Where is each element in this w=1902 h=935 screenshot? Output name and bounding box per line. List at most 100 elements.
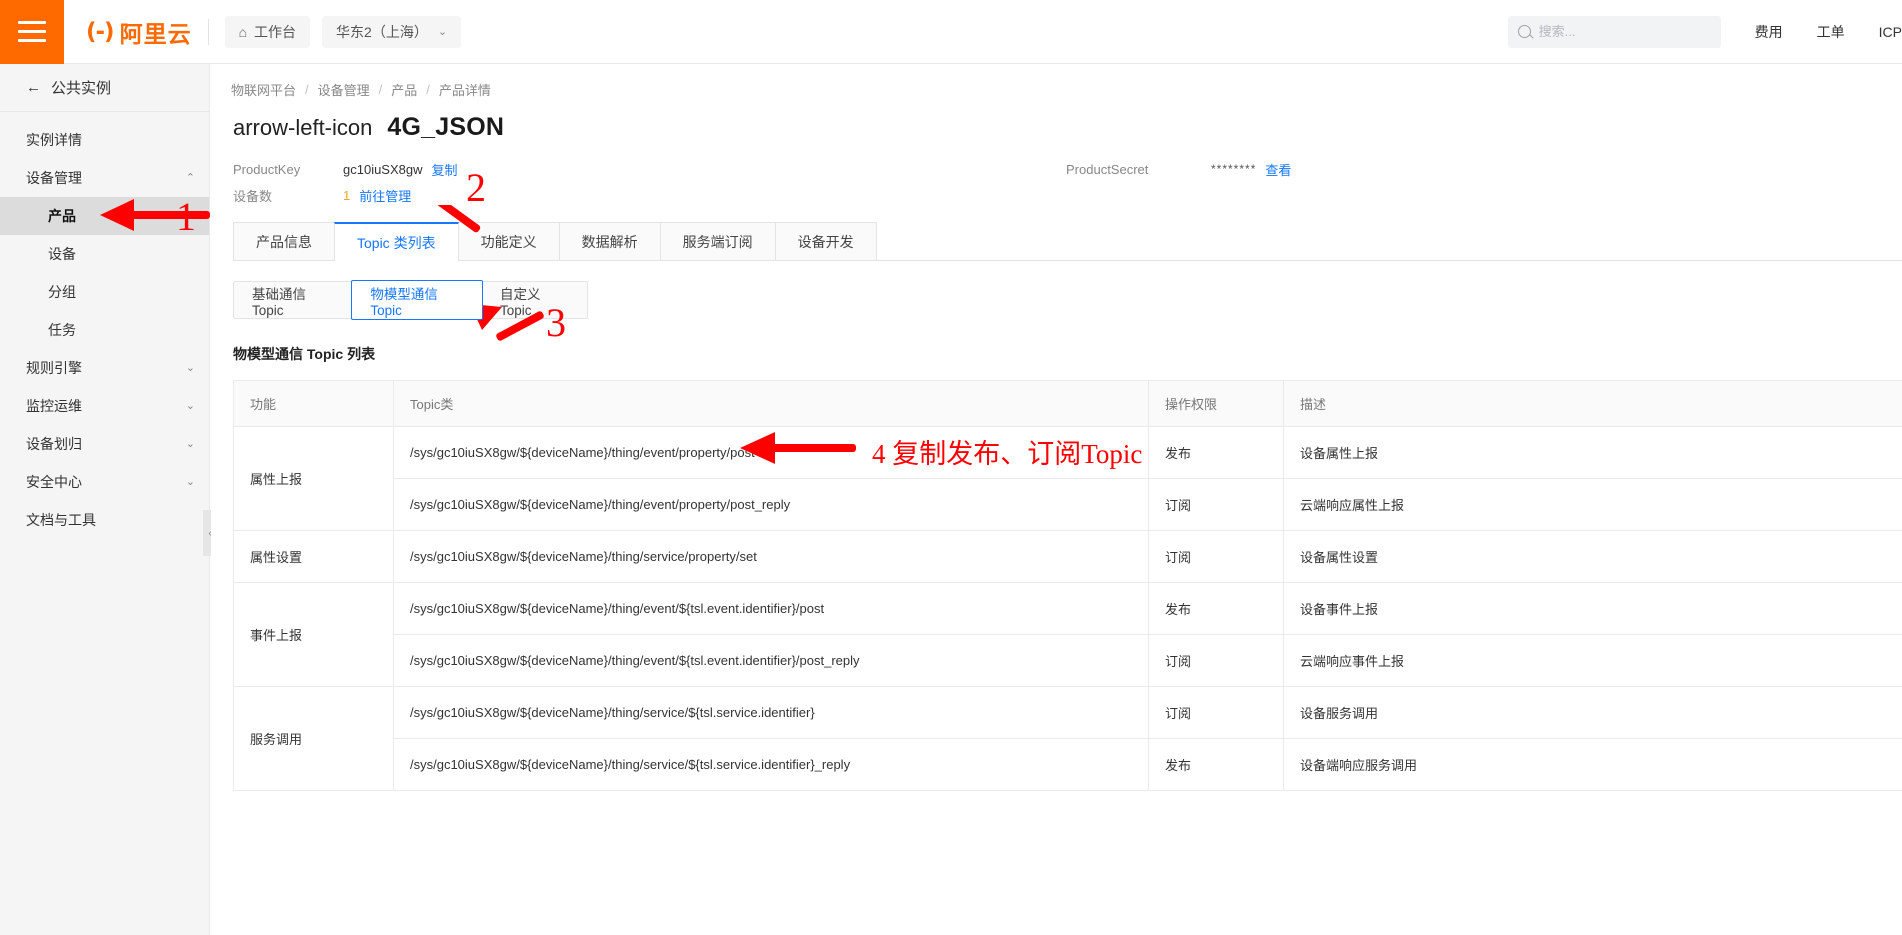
view-product-secret-button[interactable]: 查看 xyxy=(1265,160,1291,179)
section-title: 物模型通信 Topic 列表 xyxy=(233,344,1902,364)
page-title-row: arrow-left-icon 4G_JSON xyxy=(211,99,1902,142)
sidebar-item-docs-tools[interactable]: 文档与工具 xyxy=(0,501,209,539)
subtab-custom-topic[interactable]: 自定义 Topic xyxy=(482,282,587,318)
cell-function: 事件上报 xyxy=(234,583,394,687)
sidebar-item-device-transfer[interactable]: 设备划归 ⌄ xyxy=(0,425,209,463)
topic-table: 功能 Topic类 操作权限 描述 属性上报 /sys/gc10iuSX8gw/… xyxy=(233,380,1902,791)
table-row: 属性上报 /sys/gc10iuSX8gw/${deviceName}/thin… xyxy=(234,427,1902,479)
hamburger-icon[interactable] xyxy=(0,0,64,64)
sidebar-item-label: 产品 xyxy=(48,206,76,226)
cell-permission: 发布 xyxy=(1149,427,1284,479)
cell-permission: 发布 xyxy=(1149,583,1284,635)
tab-server-subscription[interactable]: 服务端订阅 xyxy=(660,222,776,260)
sidebar-item-label: 实例详情 xyxy=(26,130,82,150)
product-secret-label: ProductSecret xyxy=(1066,162,1211,177)
cell-topic[interactable]: /sys/gc10iuSX8gw/${deviceName}/thing/ser… xyxy=(394,531,1149,583)
table-row: /sys/gc10iuSX8gw/${deviceName}/thing/eve… xyxy=(234,479,1902,531)
column-header-permission: 操作权限 xyxy=(1149,381,1284,427)
sidebar-item-product[interactable]: 产品 xyxy=(0,197,209,235)
go-to-management-link[interactable]: 前往管理 xyxy=(359,186,411,205)
product-key-value: gc10iuSX8gw xyxy=(343,162,423,177)
top-link-icp[interactable]: ICP xyxy=(1879,24,1902,40)
sidebar-item-label: 设备划归 xyxy=(26,434,82,454)
sidebar-item-label: 设备 xyxy=(48,244,76,264)
cell-description: 设备服务调用 xyxy=(1284,687,1902,739)
sidebar-item-rule-engine[interactable]: 规则引擎 ⌄ xyxy=(0,349,209,387)
cell-permission: 订阅 xyxy=(1149,635,1284,687)
top-nav-right-group: 费用 工单 ICP xyxy=(1508,0,1902,64)
cell-topic[interactable]: /sys/gc10iuSX8gw/${deviceName}/thing/ser… xyxy=(394,739,1149,791)
sidebar-item-label: 分组 xyxy=(48,282,76,302)
breadcrumb-separator: / xyxy=(426,82,430,97)
subtab-thing-model-communication-topic[interactable]: 物模型通信 Topic xyxy=(351,280,483,320)
cell-topic[interactable]: /sys/gc10iuSX8gw/${deviceName}/thing/ser… xyxy=(394,687,1149,739)
chevron-down-icon: ⌄ xyxy=(186,401,195,412)
search-icon xyxy=(1518,25,1531,38)
sidebar-item-security-center[interactable]: 安全中心 ⌄ xyxy=(0,463,209,501)
sidebar-item-label: 安全中心 xyxy=(26,472,82,492)
tab-topic-class-list[interactable]: Topic 类列表 xyxy=(334,222,459,261)
product-key-label: ProductKey xyxy=(233,162,343,177)
tab-label: 设备开发 xyxy=(798,232,854,252)
chevron-up-icon: ⌃ xyxy=(186,173,195,184)
sidebar-back-label: 公共实例 xyxy=(51,77,111,98)
subtab-label: 自定义 Topic xyxy=(500,283,569,318)
tab-function-definition[interactable]: 功能定义 xyxy=(458,222,560,260)
search-input[interactable] xyxy=(1539,24,1711,39)
cell-description: 设备属性上报 xyxy=(1284,427,1902,479)
sidebar-item-label: 规则引擎 xyxy=(26,358,82,378)
column-header-description: 描述 xyxy=(1284,381,1902,427)
workbench-button[interactable]: ⌂ 工作台 xyxy=(225,16,310,48)
subtab-basic-communication-topic[interactable]: 基础通信 Topic xyxy=(234,282,352,318)
breadcrumb-item-product-detail: 产品详情 xyxy=(439,80,491,99)
home-icon: ⌂ xyxy=(239,24,247,40)
search-box[interactable] xyxy=(1508,16,1721,48)
breadcrumb-separator: / xyxy=(305,82,309,97)
arrow-left-icon[interactable]: arrow-left-icon xyxy=(233,117,372,139)
aliyun-logo[interactable]: (-) 阿里云 xyxy=(86,15,192,49)
sidebar-item-task[interactable]: 任务 xyxy=(0,311,209,349)
sidebar-item-label: 任务 xyxy=(48,320,76,340)
sidebar-back-button[interactable]: ← 公共实例 xyxy=(0,64,209,112)
subtab-label: 物模型通信 Topic xyxy=(370,283,464,318)
table-row: /sys/gc10iuSX8gw/${deviceName}/thing/ser… xyxy=(234,739,1902,791)
sidebar-item-device-management[interactable]: 设备管理 ⌃ xyxy=(0,159,209,197)
sidebar-item-monitoring[interactable]: 监控运维 ⌄ xyxy=(0,387,209,425)
breadcrumb-item-product[interactable]: 产品 xyxy=(391,80,417,99)
sidebar-item-label: 监控运维 xyxy=(26,396,82,416)
sidebar-spacer xyxy=(0,112,209,121)
cell-topic[interactable]: /sys/gc10iuSX8gw/${deviceName}/thing/eve… xyxy=(394,427,1149,479)
top-link-tickets[interactable]: 工单 xyxy=(1817,22,1845,42)
subtab-group: 基础通信 Topic 物模型通信 Topic 自定义 Topic xyxy=(233,281,588,319)
chevron-down-icon: ⌄ xyxy=(186,477,195,488)
copy-product-key-button[interactable]: 复制 xyxy=(432,160,458,179)
cell-topic[interactable]: /sys/gc10iuSX8gw/${deviceName}/thing/eve… xyxy=(394,635,1149,687)
cell-function: 服务调用 xyxy=(234,687,394,791)
sidebar-item-instance-detail[interactable]: 实例详情 xyxy=(0,121,209,159)
page-title: 4G_JSON xyxy=(387,113,504,142)
tab-label: 服务端订阅 xyxy=(683,232,753,252)
region-selector[interactable]: 华东2（上海） ⌄ xyxy=(322,16,461,48)
sidebar-item-device[interactable]: 设备 xyxy=(0,235,209,273)
column-header-function: 功能 xyxy=(234,381,394,427)
product-meta-panel: ProductKey gc10iuSX8gw 复制 设备数 1 前往管理 Pro… xyxy=(211,156,1902,212)
tab-bar: 产品信息 Topic 类列表 功能定义 数据解析 服务端订阅 设备开发 xyxy=(233,222,1902,261)
sidebar-item-group[interactable]: 分组 xyxy=(0,273,209,311)
product-secret-value: ******** xyxy=(1211,162,1256,176)
breadcrumb-item-iot-platform[interactable]: 物联网平台 xyxy=(231,80,296,99)
chevron-down-icon: ⌄ xyxy=(186,439,195,450)
tab-device-development[interactable]: 设备开发 xyxy=(775,222,877,260)
cell-topic[interactable]: /sys/gc10iuSX8gw/${deviceName}/thing/eve… xyxy=(394,583,1149,635)
breadcrumb-item-device-management[interactable]: 设备管理 xyxy=(318,80,370,99)
cell-topic[interactable]: /sys/gc10iuSX8gw/${deviceName}/thing/eve… xyxy=(394,479,1149,531)
device-count-value: 1 xyxy=(343,188,350,203)
workbench-label: 工作台 xyxy=(254,22,296,42)
cell-description: 云端响应事件上报 xyxy=(1284,635,1902,687)
tab-label: 功能定义 xyxy=(481,232,537,252)
meta-row-device-count: 设备数 1 前往管理 xyxy=(233,182,1902,208)
breadcrumb-separator: / xyxy=(379,82,383,97)
tab-data-parsing[interactable]: 数据解析 xyxy=(559,222,661,260)
top-link-fees[interactable]: 费用 xyxy=(1755,22,1783,42)
tab-product-info[interactable]: 产品信息 xyxy=(233,222,335,260)
arrow-left-icon: ← xyxy=(26,79,41,96)
